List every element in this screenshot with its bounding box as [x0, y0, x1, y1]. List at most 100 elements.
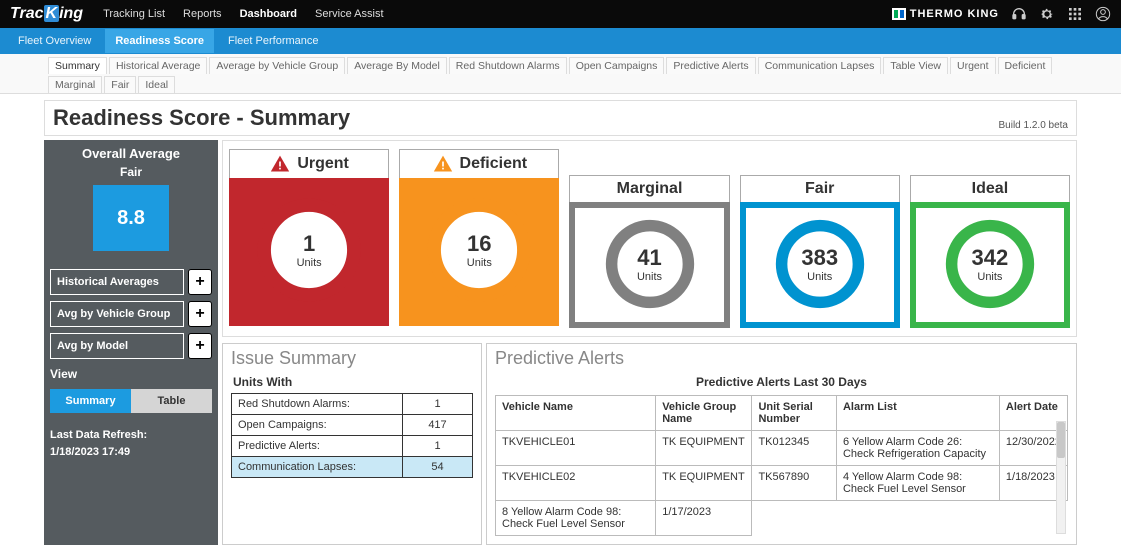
issue-label: Communication Lapses:: [232, 457, 403, 478]
tab-table-view[interactable]: Table View: [883, 57, 948, 74]
score-card-fair[interactable]: Fair 383Units: [740, 175, 900, 328]
headset-icon[interactable]: [1011, 6, 1027, 22]
units-label: Units: [637, 271, 662, 283]
issue-value: 1: [403, 436, 473, 457]
subnav-readiness-score[interactable]: Readiness Score: [105, 29, 214, 53]
predictive-alerts-title: Predictive Alerts: [495, 348, 1068, 369]
overall-score-box: 8.8: [93, 185, 169, 251]
sidebar-item-historical-averages[interactable]: Historical Averages: [50, 269, 184, 295]
units-label: Units: [467, 257, 492, 269]
issue-value: 1: [403, 394, 473, 415]
logo: TracKing: [10, 5, 83, 23]
unit-count: 41: [637, 245, 661, 271]
sidebar-item-avg-by-vehicle-group[interactable]: Avg by Vehicle Group: [50, 301, 184, 327]
nav-service-assist[interactable]: Service Assist: [315, 8, 383, 20]
pred-serial: TK567890: [752, 466, 837, 501]
apps-grid-icon[interactable]: [1067, 6, 1083, 22]
units-label: Units: [807, 271, 832, 283]
unit-count: 16: [467, 231, 491, 257]
pred-vehicle-name: TKVEHICLE01: [496, 431, 656, 466]
score-ring: 342Units: [942, 216, 1038, 312]
pred-row[interactable]: 8 Yellow Alarm Code 98: Check Fuel Level…: [496, 501, 1068, 536]
units-label: Units: [297, 257, 322, 269]
units-label: Units: [977, 271, 1002, 283]
pred-header: Unit Serial Number: [752, 396, 837, 431]
sub-nav: Fleet Overview Readiness Score Fleet Per…: [0, 28, 1121, 54]
score-card-body: 383Units: [740, 202, 900, 328]
predictive-alerts-table: Vehicle NameVehicle Group NameUnit Seria…: [495, 395, 1068, 536]
overall-average-label: Overall Average: [50, 146, 212, 161]
tab-urgent[interactable]: Urgent: [950, 57, 996, 74]
issue-row[interactable]: Predictive Alerts: 1: [232, 436, 473, 457]
tab-summary[interactable]: Summary: [48, 57, 107, 74]
top-nav: Tracking List Reports Dashboard Service …: [103, 8, 383, 20]
score-card-label: Fair: [805, 180, 834, 198]
score-ring: 16Units: [423, 194, 535, 306]
issue-label: Predictive Alerts:: [232, 436, 403, 457]
unit-count: 383: [801, 245, 838, 271]
issue-value: 417: [403, 415, 473, 436]
tab-open-campaigns[interactable]: Open Campaigns: [569, 57, 665, 74]
tab-avg-by-model[interactable]: Average By Model: [347, 57, 447, 74]
tab-communication-lapses[interactable]: Communication Lapses: [758, 57, 882, 74]
last-refresh-label: Last Data Refresh:: [50, 427, 212, 444]
pred-vehicle-name: TKVEHICLE02: [496, 466, 656, 501]
pred-alarm: 6 Yellow Alarm Code 26: Check Refrigerat…: [836, 431, 999, 466]
tab-avg-by-vehicle-group[interactable]: Average by Vehicle Group: [209, 57, 345, 74]
user-circle-icon[interactable]: [1095, 6, 1111, 22]
score-card-header: Marginal: [569, 175, 729, 202]
pred-header-row: Vehicle NameVehicle Group NameUnit Seria…: [496, 396, 1068, 431]
tab-red-shutdown-alarms[interactable]: Red Shutdown Alarms: [449, 57, 567, 74]
score-card-header: Fair: [740, 175, 900, 202]
subnav-fleet-performance[interactable]: Fleet Performance: [218, 29, 328, 53]
tab-historical-average[interactable]: Historical Average: [109, 57, 207, 74]
tab-deficient[interactable]: Deficient: [998, 57, 1053, 74]
gear-icon[interactable]: [1039, 6, 1055, 22]
expand-avg-by-model-button[interactable]: +: [188, 333, 212, 359]
score-card-label: Marginal: [617, 180, 683, 198]
issue-summary-table: Red Shutdown Alarms: 1 Open Campaigns: 4…: [231, 393, 473, 478]
expand-historical-averages-button[interactable]: +: [188, 269, 212, 295]
pred-group-name: TK EQUIPMENT: [656, 466, 752, 501]
score-card-ideal[interactable]: Ideal 342Units: [910, 175, 1070, 328]
overall-rating-label: Fair: [50, 165, 212, 179]
pred-row[interactable]: TKVEHICLE01TK EQUIPMENTTK0123456 Yellow …: [496, 431, 1068, 466]
view-toggle: Summary Table: [50, 389, 212, 413]
view-table-button[interactable]: Table: [131, 389, 212, 413]
issue-row[interactable]: Communication Lapses: 54: [232, 457, 473, 478]
tab-marginal[interactable]: Marginal: [48, 76, 102, 93]
thermo-king-logo-icon: [892, 8, 906, 20]
alert-triangle-icon: [432, 154, 454, 174]
subnav-fleet-overview[interactable]: Fleet Overview: [8, 29, 101, 53]
tab-predictive-alerts[interactable]: Predictive Alerts: [666, 57, 755, 74]
tab-fair[interactable]: Fair: [104, 76, 136, 93]
sidebar-item-avg-by-model[interactable]: Avg by Model: [50, 333, 184, 359]
score-card-urgent[interactable]: Urgent 1Units: [229, 149, 389, 328]
score-ring: 1Units: [253, 194, 365, 306]
issue-row[interactable]: Open Campaigns: 417: [232, 415, 473, 436]
view-summary-button[interactable]: Summary: [50, 389, 131, 413]
pred-alarm: 4 Yellow Alarm Code 98: Check Fuel Level…: [836, 466, 999, 501]
nav-reports[interactable]: Reports: [183, 8, 222, 20]
tab-ideal[interactable]: Ideal: [138, 76, 175, 93]
last-refresh-time: 1/18/2023 17:49: [50, 444, 212, 461]
score-card-body: 41Units: [569, 202, 729, 328]
view-label: View: [50, 367, 212, 381]
scrollbar[interactable]: [1056, 421, 1066, 534]
issue-summary-panel: Issue Summary Units With Red Shutdown Al…: [222, 343, 482, 545]
score-card-label: Ideal: [972, 180, 1008, 198]
score-card-deficient[interactable]: Deficient 16Units: [399, 149, 559, 328]
unit-count: 342: [972, 245, 1009, 271]
nav-dashboard[interactable]: Dashboard: [240, 8, 297, 20]
issue-row[interactable]: Red Shutdown Alarms: 1: [232, 394, 473, 415]
predictive-alerts-panel: Predictive Alerts Predictive Alerts Last…: [486, 343, 1077, 545]
score-card-label: Urgent: [297, 155, 349, 173]
nav-tracking-list[interactable]: Tracking List: [103, 8, 165, 20]
pred-row[interactable]: TKVEHICLE02TK EQUIPMENTTK5678904 Yellow …: [496, 466, 1068, 501]
issue-summary-subtitle: Units With: [233, 375, 473, 389]
scroll-thumb[interactable]: [1057, 422, 1065, 458]
last-refresh: Last Data Refresh: 1/18/2023 17:49: [50, 427, 212, 460]
expand-avg-by-vehicle-group-button[interactable]: +: [188, 301, 212, 327]
pred-header: Vehicle Group Name: [656, 396, 752, 431]
score-card-marginal[interactable]: Marginal 41Units: [569, 175, 729, 328]
